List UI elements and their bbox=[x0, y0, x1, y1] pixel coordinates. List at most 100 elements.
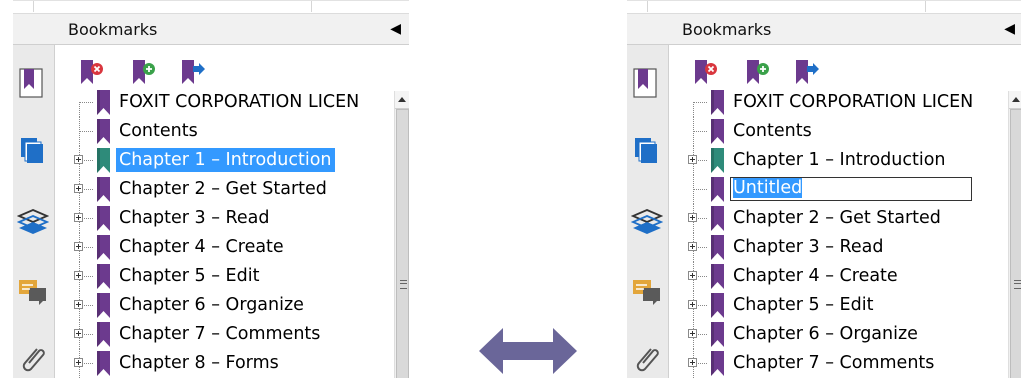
comments-icon[interactable] bbox=[17, 277, 49, 309]
bookmarks-icon[interactable] bbox=[631, 67, 663, 99]
bookmark-item[interactable]: Chapter 3 – Read bbox=[71, 204, 383, 233]
bookmark-icon bbox=[711, 90, 724, 115]
expand-toggle[interactable] bbox=[688, 329, 697, 338]
bookmark-item[interactable]: Chapter 5 – Edit bbox=[71, 262, 383, 291]
bookmark-label: Chapter 6 – Organize bbox=[733, 324, 918, 344]
bookmark-label: Chapter 5 – Edit bbox=[733, 295, 874, 315]
bookmark-label: Chapter 2 – Get Started bbox=[119, 179, 327, 199]
layers-icon[interactable] bbox=[630, 205, 664, 237]
scroll-up-button[interactable] bbox=[395, 91, 409, 109]
bookmark-label: Chapter 4 – Create bbox=[119, 237, 284, 257]
bookmark-item[interactable]: Chapter 1 – Introduction bbox=[71, 146, 383, 175]
pages-icon[interactable] bbox=[631, 135, 663, 167]
bookmark-label: Chapter 1 – Introduction bbox=[733, 150, 946, 170]
bookmark-item[interactable]: Chapter 1 – Introduction bbox=[685, 146, 997, 175]
expand-toggle[interactable] bbox=[74, 329, 83, 338]
expand-toggle[interactable] bbox=[74, 358, 83, 367]
expand-toggle[interactable] bbox=[74, 300, 83, 309]
expand-toggle[interactable] bbox=[74, 184, 83, 193]
collapse-panel-button[interactable]: ◀ bbox=[390, 20, 401, 38]
bookmark-icon bbox=[97, 322, 110, 347]
add-bookmark-icon[interactable] bbox=[131, 58, 157, 86]
scroll-thumb[interactable] bbox=[396, 109, 409, 378]
bookmark-label: Contents bbox=[119, 121, 198, 141]
attachments-icon[interactable] bbox=[17, 345, 49, 377]
add-bookmark-icon[interactable] bbox=[745, 58, 771, 86]
move-bookmark-icon[interactable] bbox=[180, 58, 206, 86]
expand-toggle[interactable] bbox=[74, 155, 83, 164]
bookmark-icon bbox=[711, 322, 724, 347]
pages-icon[interactable] bbox=[17, 135, 49, 167]
bookmark-item[interactable]: Chapter 4 – Create bbox=[71, 233, 383, 262]
bookmark-item[interactable]: Chapter 2 – Get Started bbox=[71, 175, 383, 204]
expand-toggle[interactable] bbox=[688, 300, 697, 309]
expand-toggle[interactable] bbox=[688, 358, 697, 367]
navigation-sidebar bbox=[13, 45, 55, 378]
bookmark-icon bbox=[711, 264, 724, 289]
bookmark-item[interactable]: Chapter 6 – Organize bbox=[685, 320, 997, 349]
bookmark-item[interactable]: Contents bbox=[71, 117, 383, 146]
expand-toggle[interactable] bbox=[688, 242, 697, 251]
delete-bookmark-icon[interactable] bbox=[693, 58, 719, 86]
bookmark-item[interactable]: Contents bbox=[685, 117, 997, 146]
bookmark-item[interactable]: Chapter 7 – Comments bbox=[685, 349, 997, 378]
scroll-thumb[interactable] bbox=[1010, 109, 1021, 378]
bookmark-icon bbox=[97, 206, 110, 231]
tree-guide-line bbox=[79, 102, 80, 117]
bookmark-icon bbox=[97, 293, 110, 318]
bookmark-icon bbox=[711, 235, 724, 260]
expand-toggle[interactable] bbox=[74, 271, 83, 280]
bookmark-label: Chapter 5 – Edit bbox=[119, 266, 260, 286]
bookmarks-panel-before: Bookmarks ◀ FOXIT CORPORATION LICEN Content… bbox=[13, 0, 409, 378]
vertical-scrollbar[interactable] bbox=[1008, 91, 1021, 378]
bookmark-item[interactable]: Chapter 6 – Organize bbox=[71, 291, 383, 320]
bookmark-label: Chapter 8 – Forms bbox=[119, 353, 279, 373]
vertical-scrollbar[interactable] bbox=[394, 91, 409, 378]
panel-title-bar: Bookmarks ◀ bbox=[627, 13, 1021, 45]
scroll-grip bbox=[400, 280, 407, 289]
bookmarks-panel-after: Bookmarks ◀ FOXIT CORPORATION LICEN Content… bbox=[627, 0, 1021, 378]
bookmark-label: FOXIT CORPORATION LICEN bbox=[733, 92, 974, 112]
bookmark-icon bbox=[711, 293, 724, 318]
bookmark-item[interactable]: Chapter 8 – Forms bbox=[71, 349, 383, 378]
bookmark-label: Chapter 4 – Create bbox=[733, 266, 898, 286]
expand-toggle[interactable] bbox=[74, 242, 83, 251]
bookmark-rename-field[interactable]: Untitled bbox=[730, 177, 972, 201]
bookmark-item[interactable]: FOXIT CORPORATION LICEN bbox=[71, 88, 383, 117]
delete-bookmark-icon[interactable] bbox=[79, 58, 105, 86]
tree-branch-line bbox=[79, 102, 93, 103]
bookmark-item[interactable]: Chapter 2 – Get Started bbox=[685, 204, 997, 233]
scroll-up-button[interactable] bbox=[1009, 91, 1021, 109]
bookmark-label: Chapter 3 – Read bbox=[119, 208, 270, 228]
bookmark-item[interactable]: Chapter 7 – Comments bbox=[71, 320, 383, 349]
bookmark-item[interactable]: Untitled bbox=[685, 175, 997, 204]
tree-branch-line bbox=[693, 102, 707, 103]
bookmark-item[interactable]: Chapter 3 – Read bbox=[685, 233, 997, 262]
bookmark-icon bbox=[97, 119, 110, 144]
bookmark-icon bbox=[97, 148, 110, 173]
bookmark-label: Contents bbox=[733, 121, 812, 141]
bookmark-label: Chapter 6 – Organize bbox=[119, 295, 304, 315]
panel-top-edge bbox=[627, 0, 1021, 13]
scroll-grip bbox=[1014, 280, 1021, 289]
bookmark-label: Chapter 2 – Get Started bbox=[733, 208, 941, 228]
move-bookmark-icon[interactable] bbox=[794, 58, 820, 86]
expand-toggle[interactable] bbox=[688, 155, 697, 164]
bookmark-item[interactable]: Chapter 4 – Create bbox=[685, 262, 997, 291]
comments-icon[interactable] bbox=[631, 277, 663, 309]
bookmark-icon bbox=[711, 351, 724, 376]
layers-icon[interactable] bbox=[16, 205, 50, 237]
expand-toggle[interactable] bbox=[688, 271, 697, 280]
expand-toggle[interactable] bbox=[74, 213, 83, 222]
collapse-panel-button[interactable]: ◀ bbox=[1004, 20, 1015, 38]
tree-branch-line bbox=[693, 189, 707, 190]
attachments-icon[interactable] bbox=[631, 345, 663, 377]
bookmark-icon bbox=[711, 119, 724, 144]
expand-toggle[interactable] bbox=[688, 213, 697, 222]
bookmark-item[interactable]: FOXIT CORPORATION LICEN bbox=[685, 88, 997, 117]
bookmarks-icon[interactable] bbox=[17, 67, 49, 99]
bookmark-item[interactable]: Chapter 5 – Edit bbox=[685, 291, 997, 320]
double-arrow-icon bbox=[479, 328, 577, 374]
tree-branch-line bbox=[693, 131, 707, 132]
bookmark-icon bbox=[711, 206, 724, 231]
